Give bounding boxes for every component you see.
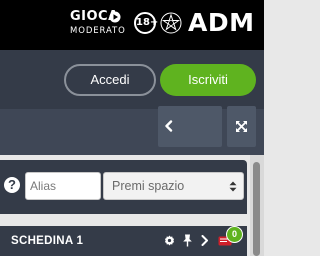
adm-logo: ADM — [188, 8, 255, 37]
betslip-count-badge: 0 — [226, 226, 243, 243]
scrollbar-thumb[interactable] — [253, 162, 260, 256]
expand-icon — [236, 121, 247, 132]
toolbar — [0, 109, 264, 155]
play-icon — [109, 11, 121, 23]
gear-icon[interactable] — [164, 235, 175, 246]
chevron-left-icon — [165, 120, 173, 132]
age-limit-badge: 18+ — [134, 12, 158, 34]
betslip-title: SCHEDINA 1 — [11, 235, 84, 247]
italian-emblem-icon — [160, 12, 182, 34]
prize-select[interactable]: Premi spazio — [103, 172, 244, 200]
pin-icon[interactable] — [182, 234, 193, 247]
signup-button[interactable]: Iscriviti — [160, 64, 256, 96]
fullscreen-button[interactable] — [227, 106, 256, 147]
collapse-panel-button[interactable] — [158, 106, 222, 147]
prize-select-value: Premi spazio — [112, 179, 185, 193]
moderato-text: MODERATO — [70, 26, 126, 36]
chevron-right-icon[interactable] — [201, 235, 209, 246]
select-arrows-icon — [229, 181, 237, 192]
site-header: Accedi Iscriviti — [0, 50, 264, 109]
help-icon[interactable]: ? — [4, 177, 20, 193]
alias-input[interactable] — [25, 172, 101, 200]
login-button[interactable]: Accedi — [64, 64, 156, 96]
